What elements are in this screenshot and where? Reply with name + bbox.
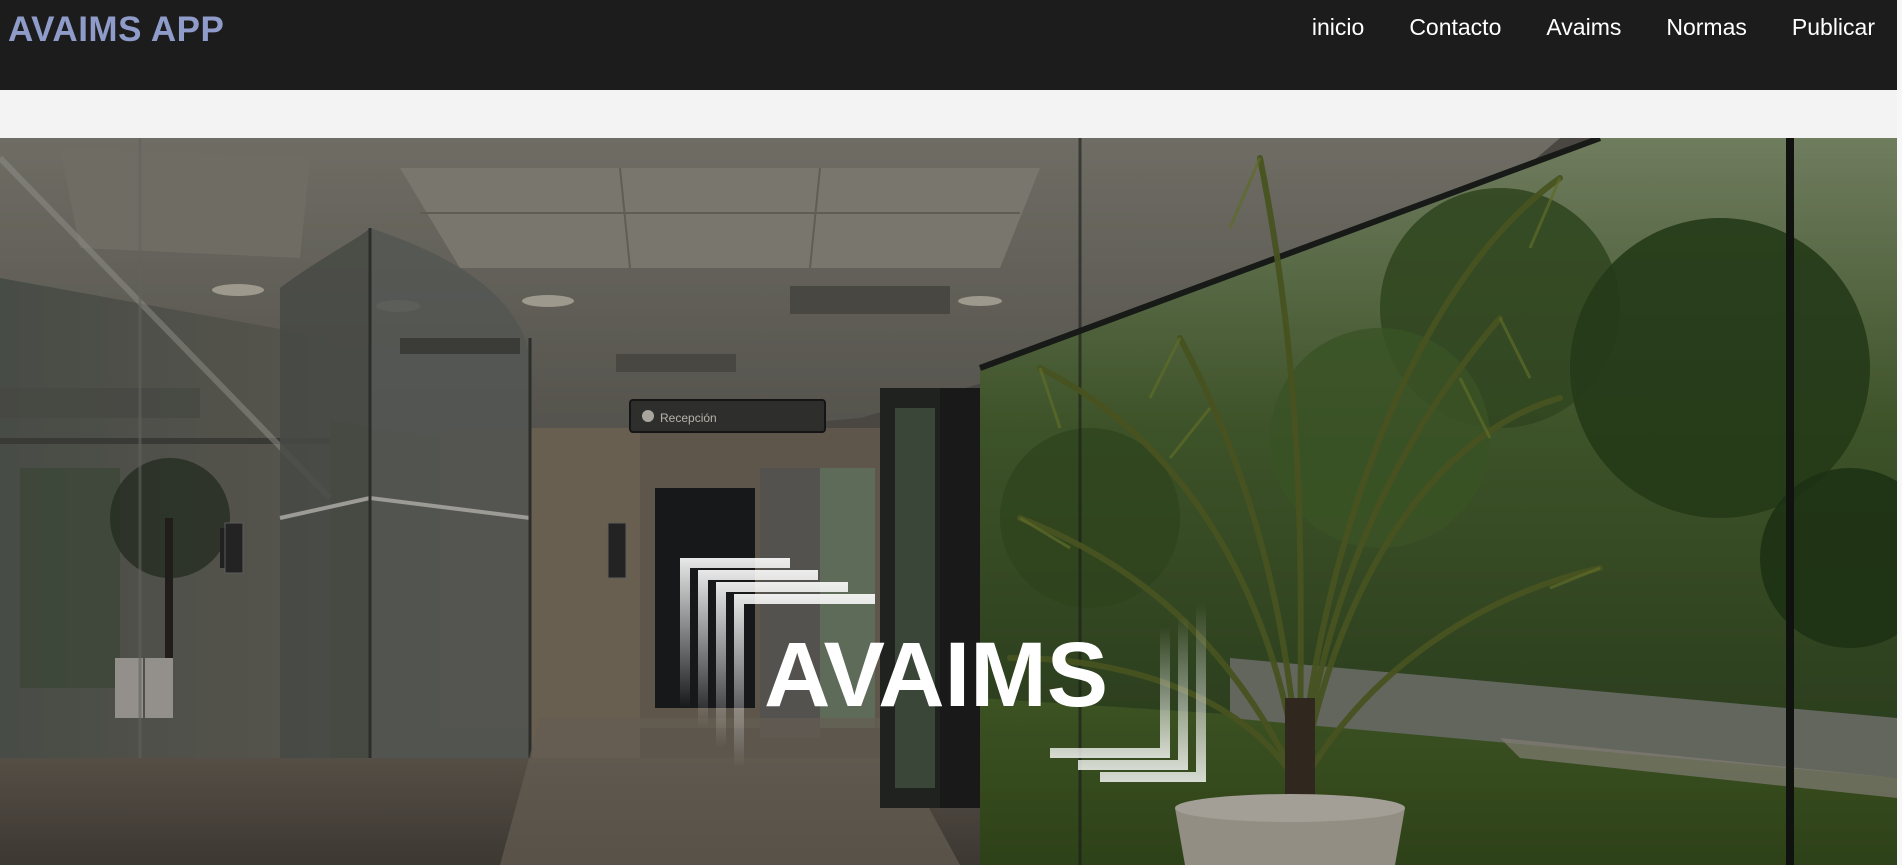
avaims-logo-text: AVAIMS (764, 624, 1108, 726)
nav-link-normas[interactable]: Normas (1666, 14, 1747, 41)
header-spacer (0, 90, 1897, 138)
nav-link-contacto[interactable]: Contacto (1409, 14, 1501, 41)
avaims-logo-icon: AVAIMS (680, 558, 1206, 782)
nav-link-avaims[interactable]: Avaims (1546, 14, 1621, 41)
page: AVAIMS APP inicio Contacto Avaims Normas… (0, 0, 1902, 865)
hero-banner: Recepción AVAIMS (0, 138, 1897, 865)
nav-menu: inicio Contacto Avaims Normas Publicar (1312, 14, 1875, 41)
top-navbar: AVAIMS APP inicio Contacto Avaims Normas… (0, 0, 1897, 90)
avaims-logo: AVAIMS (680, 558, 1240, 788)
brand-title[interactable]: AVAIMS APP (8, 10, 224, 50)
page-scrollbar[interactable] (1897, 0, 1902, 865)
nav-link-publicar[interactable]: Publicar (1792, 14, 1875, 41)
nav-link-inicio[interactable]: inicio (1312, 14, 1364, 41)
